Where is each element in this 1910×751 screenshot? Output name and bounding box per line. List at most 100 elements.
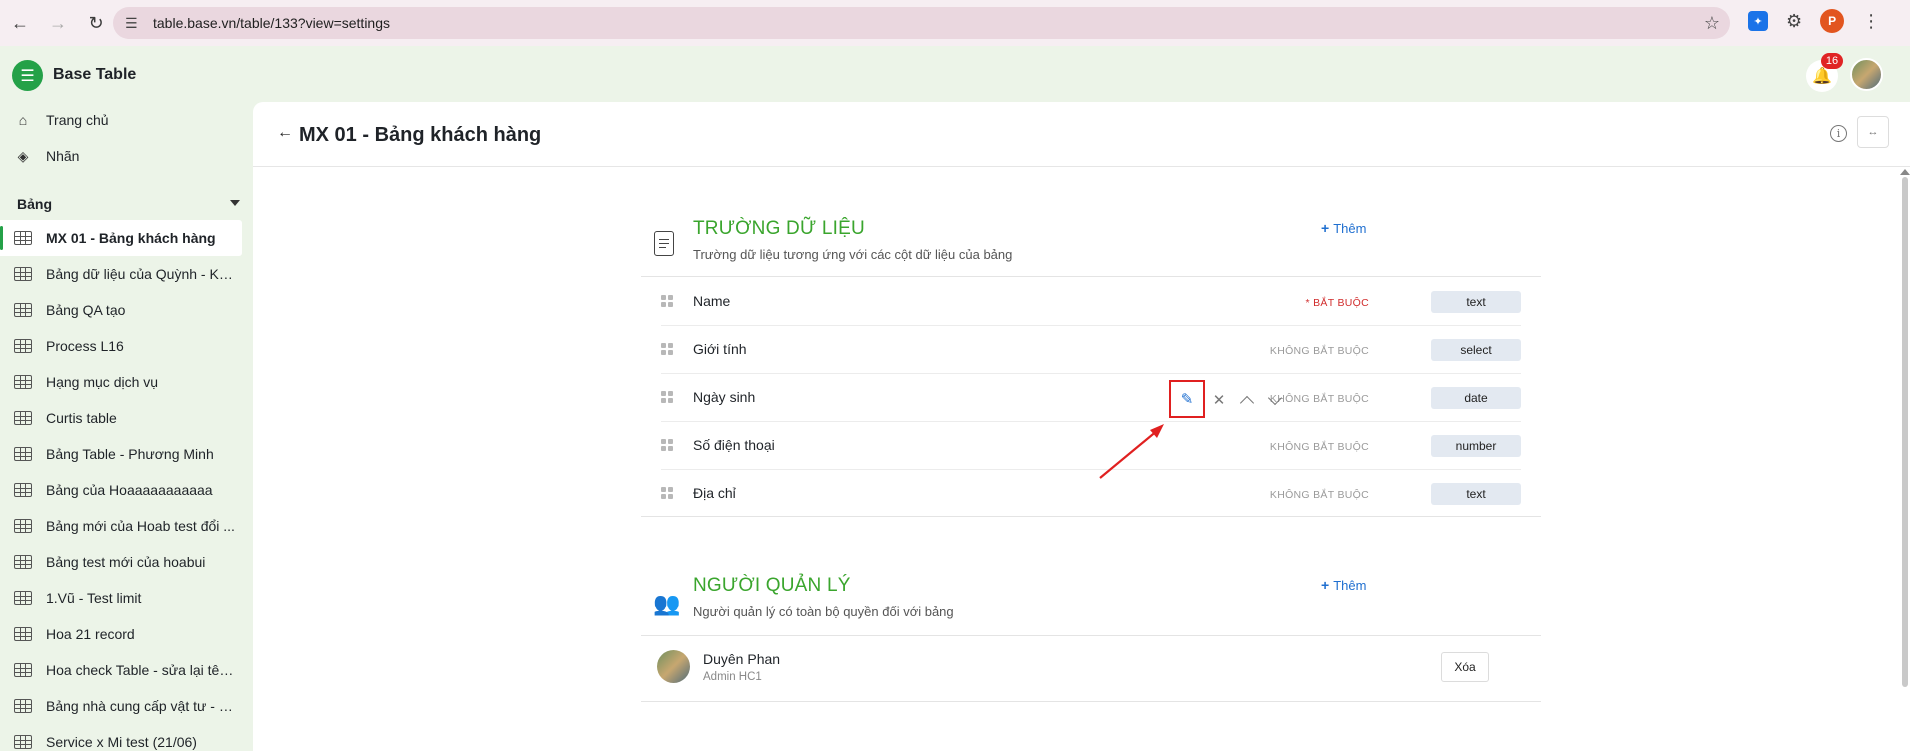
document-icon bbox=[654, 231, 674, 256]
sidebar-table-item[interactable]: Hoa check Table - sửa lại tên... bbox=[0, 652, 252, 688]
table-icon bbox=[14, 267, 32, 281]
field-name: Name bbox=[693, 293, 731, 309]
sidebar-item-tags[interactable]: ◈ Nhãn bbox=[0, 138, 252, 174]
drag-handle-icon[interactable] bbox=[661, 295, 673, 307]
back-icon[interactable]: ← bbox=[6, 9, 34, 37]
sidebar-table-item[interactable]: Hạng mục dịch vụ bbox=[0, 364, 252, 400]
manager-row: Duyên Phan Admin HC1 Xóa bbox=[657, 637, 1517, 699]
add-field-button[interactable]: + Thêm bbox=[1321, 220, 1366, 236]
field-name: Ngày sinh bbox=[693, 389, 756, 405]
drag-handle-icon[interactable] bbox=[661, 391, 673, 403]
table-icon bbox=[14, 735, 32, 749]
manager-name: Duyên Phan bbox=[703, 651, 781, 667]
sidebar-table-label: Hoa 21 record bbox=[46, 626, 135, 642]
sidebar-table-item[interactable]: Bảng Table - Phương Minh bbox=[0, 436, 252, 472]
caret-down-icon[interactable] bbox=[230, 200, 240, 206]
table-icon bbox=[14, 663, 32, 677]
sidebar-item-label: Trang chủ bbox=[46, 112, 109, 128]
sidebar-table-item[interactable]: Hoa 21 record bbox=[0, 616, 252, 652]
users-icon: 👥 bbox=[653, 591, 681, 616]
scroll-up-arrow[interactable] bbox=[1900, 169, 1910, 175]
field-type-badge: select bbox=[1431, 339, 1521, 361]
tag-icon: ◈ bbox=[17, 147, 29, 164]
browser-menu-icon[interactable]: ⋮ bbox=[1862, 11, 1880, 32]
drag-handle-icon[interactable] bbox=[661, 343, 673, 355]
site-settings-icon[interactable]: ☰ bbox=[125, 15, 143, 32]
back-arrow-icon[interactable]: ← bbox=[277, 124, 293, 142]
field-row: Ngày sinh KHÔNG BẮT BUỘC date ✎ ✕ bbox=[661, 374, 1521, 422]
edit-pencil-icon[interactable]: ✎ bbox=[1169, 380, 1205, 418]
sidebar-table-item[interactable]: Bảng của Hoaaaaaaaaaaa bbox=[0, 472, 252, 508]
avatar bbox=[657, 650, 690, 683]
chevron-down-icon[interactable] bbox=[1261, 386, 1289, 414]
user-avatar[interactable] bbox=[1850, 58, 1883, 91]
forward-icon[interactable]: → bbox=[44, 9, 72, 37]
field-requirement: * BẮT BUỘC bbox=[1305, 297, 1369, 309]
field-row: Số điện thoại KHÔNG BẮT BUỘC number bbox=[661, 422, 1521, 470]
sidebar-table-label: Bảng QA tạo bbox=[46, 302, 126, 318]
sidebar-table-item[interactable]: Bảng nhà cung cấp vật tư - CE bbox=[0, 688, 252, 724]
field-row: Name * BẮT BUỘC text bbox=[661, 278, 1521, 326]
sidebar-table-item[interactable]: Bảng test mới của hoabui bbox=[0, 544, 252, 580]
sidebar-table-label: Hạng mục dịch vụ bbox=[46, 374, 159, 390]
sidebar-table-item[interactable]: Bảng dữ liệu của Quỳnh - KH... bbox=[0, 256, 252, 292]
field-row: Địa chỉ KHÔNG BẮT BUỘC text bbox=[661, 470, 1521, 518]
sidebar-table-label: Hoa check Table - sửa lại tên... bbox=[46, 662, 236, 678]
profile-avatar[interactable]: P bbox=[1820, 9, 1845, 33]
section-divider bbox=[641, 516, 1541, 517]
field-requirement: KHÔNG BẮT BUỘC bbox=[1269, 489, 1369, 501]
tables-section-header[interactable]: Bảng bbox=[0, 188, 252, 220]
sidebar: ⌂ Trang chủ ◈ Nhãn Bảng MX 01 - Bảng khá… bbox=[0, 102, 252, 751]
sidebar-item-home[interactable]: ⌂ Trang chủ bbox=[0, 102, 252, 138]
field-type-badge: text bbox=[1431, 483, 1521, 505]
sidebar-table-item[interactable]: MX 01 - Bảng khách hàng bbox=[0, 220, 242, 256]
plus-icon: + bbox=[1321, 577, 1330, 593]
sidebar-table-label: Service x Mi test (21/06) bbox=[46, 734, 197, 750]
page-header: ← MX 01 - Bảng khách hàng i ↔ bbox=[253, 102, 1910, 167]
table-icon bbox=[14, 519, 32, 533]
address-bar[interactable]: ☰ table.base.vn/table/133?view=settings … bbox=[113, 7, 1730, 39]
scrollbar[interactable] bbox=[1902, 177, 1908, 687]
sidebar-table-item[interactable]: 1.Vũ - Test limit bbox=[0, 580, 252, 616]
sidebar-table-item[interactable]: Bảng mới của Hoab test đổi ... bbox=[0, 508, 252, 544]
field-type-badge: date bbox=[1431, 387, 1521, 409]
plus-icon: + bbox=[1321, 220, 1330, 236]
sidebar-table-item[interactable]: Process L16 bbox=[0, 328, 252, 364]
sidebar-table-item[interactable]: Service x Mi test (21/06) bbox=[0, 724, 252, 751]
address-url: table.base.vn/table/133?view=settings bbox=[153, 15, 390, 31]
add-manager-button[interactable]: + Thêm bbox=[1321, 577, 1366, 593]
extensions-puzzle-icon[interactable]: ⚙ bbox=[1786, 11, 1802, 32]
sidebar-table-label: Bảng dữ liệu của Quỳnh - KH... bbox=[46, 266, 236, 282]
tables-section-title: Bảng bbox=[17, 196, 52, 212]
extension-icon[interactable]: ✦ bbox=[1748, 11, 1768, 31]
section-divider bbox=[641, 635, 1541, 636]
info-icon[interactable]: i bbox=[1830, 125, 1847, 142]
notification-badge: 16 bbox=[1821, 53, 1843, 69]
fields-section-title: TRƯỜNG DỮ LIỆU bbox=[693, 218, 865, 239]
sidebar-table-label: Bảng mới của Hoab test đổi ... bbox=[46, 518, 235, 534]
table-icon bbox=[14, 555, 32, 569]
table-icon bbox=[14, 411, 32, 425]
sidebar-table-label: Process L16 bbox=[46, 338, 124, 354]
sidebar-table-label: Bảng test mới của hoabui bbox=[46, 554, 206, 570]
reload-icon[interactable]: ↻ bbox=[82, 9, 110, 37]
close-icon[interactable]: ✕ bbox=[1205, 386, 1233, 414]
drag-handle-icon[interactable] bbox=[661, 439, 673, 451]
table-icon bbox=[14, 339, 32, 353]
sidebar-table-item[interactable]: Bảng QA tạo bbox=[0, 292, 252, 328]
sidebar-table-item[interactable]: Curtis table bbox=[0, 400, 252, 436]
sidebar-table-label: Bảng Table - Phương Minh bbox=[46, 446, 214, 462]
base-table-logo-icon[interactable]: ☰ bbox=[12, 60, 43, 91]
table-icon bbox=[14, 303, 32, 317]
chevron-up-icon[interactable] bbox=[1233, 386, 1261, 414]
sidebar-table-label: Bảng nhà cung cấp vật tư - CE bbox=[46, 698, 236, 714]
browser-toolbar: ← → ↻ ☰ table.base.vn/table/133?view=set… bbox=[0, 0, 1910, 46]
sidebar-table-label: Bảng của Hoaaaaaaaaaaa bbox=[46, 482, 213, 498]
expand-button[interactable]: ↔ bbox=[1857, 116, 1889, 148]
manager-role: Admin HC1 bbox=[703, 671, 762, 683]
table-icon bbox=[14, 375, 32, 389]
delete-manager-button[interactable]: Xóa bbox=[1441, 652, 1489, 682]
field-row: Giới tính KHÔNG BẮT BUỘC select bbox=[661, 326, 1521, 374]
drag-handle-icon[interactable] bbox=[661, 487, 673, 499]
bookmark-star-icon[interactable]: ☆ bbox=[1704, 13, 1720, 34]
